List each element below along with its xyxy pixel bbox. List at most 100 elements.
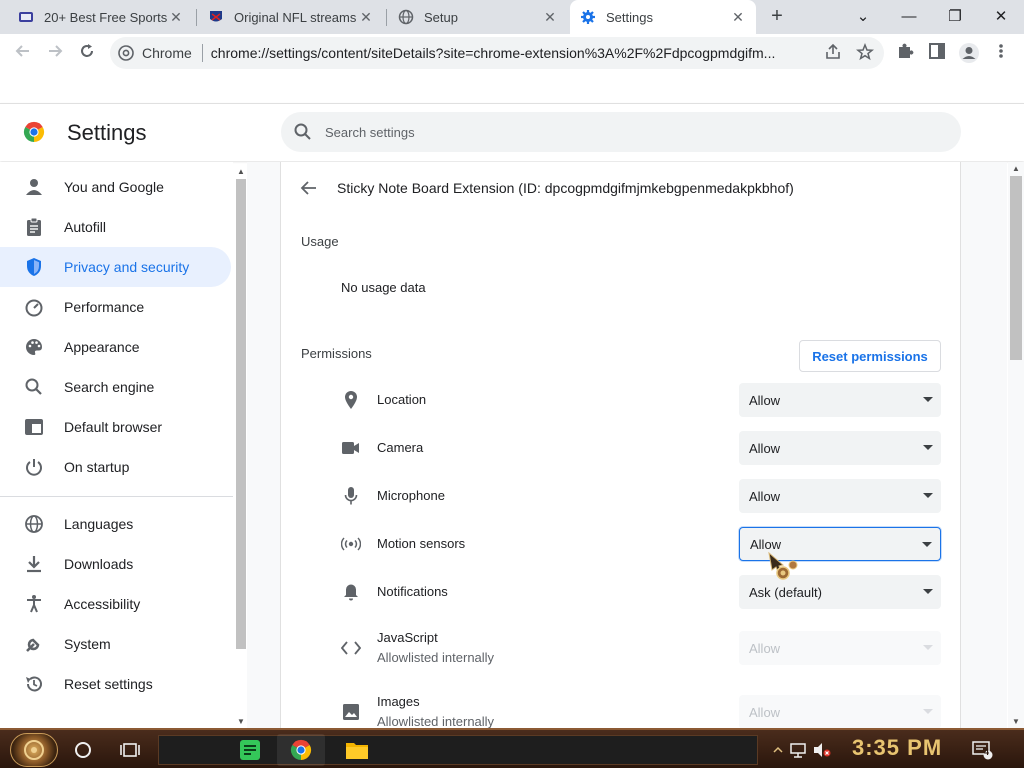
sidebar-item-privacy-and-security[interactable]: Privacy and security <box>0 247 231 287</box>
mouse-cursor-icon <box>768 551 798 580</box>
scroll-down-arrow-icon[interactable]: ▼ <box>236 717 246 726</box>
tab-close-icon[interactable]: ✕ <box>168 9 184 26</box>
tab-search-button[interactable]: ⌄ <box>840 4 886 30</box>
location-select[interactable]: Allow <box>739 383 941 417</box>
sidebar-item-performance[interactable]: Performance <box>0 287 231 327</box>
tab-strip: 20+ Best Free Sports ✕ Original NFL stre… <box>0 0 1024 34</box>
sidebar-item-system[interactable]: System <box>0 624 231 664</box>
palette-icon <box>24 337 44 357</box>
search-icon <box>294 123 311 140</box>
reload-button[interactable] <box>72 38 102 68</box>
folder-icon <box>346 743 368 759</box>
main-scroll-thumb[interactable] <box>1010 176 1022 360</box>
taskbar: 3:35 PM 4 <box>0 728 1024 768</box>
start-button[interactable] <box>10 733 58 767</box>
microphone-select[interactable]: Allow <box>739 479 941 513</box>
sidebar-item-languages[interactable]: Languages <box>0 504 231 544</box>
tab-divider <box>196 9 197 26</box>
tab-sports[interactable]: 20+ Best Free Sports ✕ <box>8 0 194 34</box>
scroll-down-arrow-icon[interactable]: ▼ <box>1010 717 1022 726</box>
reset-icon <box>24 674 44 694</box>
sidebar-item-on-startup[interactable]: On startup <box>0 447 231 487</box>
sidebar-item-appearance[interactable]: Appearance <box>0 327 231 367</box>
chrome-icon <box>118 45 134 61</box>
select-value: Allow <box>749 440 781 456</box>
sidebar-scrollbar[interactable]: ▲ ▼ <box>235 165 247 728</box>
menu-button[interactable] <box>996 42 1006 65</box>
dropdown-caret-icon <box>923 445 933 450</box>
notes-app-button[interactable] <box>238 738 262 762</box>
minimize-button[interactable]: — <box>886 4 932 30</box>
main-scrollbar[interactable]: ▲ ▼ <box>1008 162 1024 728</box>
tab-title: Original NFL streams <box>234 9 357 25</box>
sidebar-item-search-engine[interactable]: Search engine <box>0 367 231 407</box>
taskbar-clock[interactable]: 3:35 PM <box>852 735 942 761</box>
sidebar-item-autofill[interactable]: Autofill <box>0 207 231 247</box>
sidebar-item-default-browser[interactable]: Default browser <box>0 407 231 447</box>
reset-permissions-button[interactable]: Reset permissions <box>799 340 941 372</box>
download-icon <box>24 554 44 574</box>
more-vert-icon <box>999 44 1003 58</box>
tab-close-icon[interactable]: ✕ <box>358 9 374 26</box>
person-icon <box>24 177 44 197</box>
chrome-taskbar-button[interactable] <box>277 734 325 766</box>
task-view-icon <box>120 743 140 757</box>
profile-button[interactable] <box>958 42 980 69</box>
notification-center-button[interactable]: 4 <box>970 738 994 762</box>
forward-button[interactable] <box>40 38 70 68</box>
search-icon <box>24 377 44 397</box>
extensions-button[interactable] <box>896 42 914 65</box>
omnibox-divider <box>201 44 203 62</box>
new-tab-button[interactable]: + <box>766 5 788 27</box>
motion-sensors-icon <box>341 534 361 554</box>
share-icon[interactable] <box>824 43 842 61</box>
tab-nfl[interactable]: Original NFL streams ✕ <box>198 0 384 34</box>
sidebar-item-accessibility[interactable]: Accessibility <box>0 584 231 624</box>
settings-sidebar: You and Google Autofill Privacy and secu… <box>0 162 233 728</box>
sidebar-item-label: Languages <box>64 516 134 532</box>
file-explorer-button[interactable] <box>345 738 369 762</box>
images-select: Allow <box>739 695 941 729</box>
notification-icon <box>972 741 993 760</box>
bookmark-star-icon[interactable] <box>856 43 874 61</box>
network-button[interactable] <box>786 738 810 762</box>
code-icon <box>341 638 361 658</box>
tab-setup[interactable]: Setup ✕ <box>388 0 568 34</box>
sidebar-divider <box>0 496 233 497</box>
search-input[interactable] <box>325 124 925 140</box>
nfl-favicon-icon <box>208 9 224 25</box>
side-panel-button[interactable] <box>928 42 946 65</box>
tab-close-icon[interactable]: ✕ <box>542 9 558 26</box>
sidebar-scroll-thumb[interactable] <box>236 179 246 649</box>
usage-value: No usage data <box>341 280 426 295</box>
sticky-note-app-icon <box>240 740 260 760</box>
back-arrow-icon[interactable] <box>299 178 319 198</box>
sidebar-item-reset-settings[interactable]: Reset settings <box>0 664 231 704</box>
back-button[interactable] <box>8 38 38 68</box>
scroll-up-arrow-icon[interactable]: ▲ <box>1010 164 1022 173</box>
sidebar-item-downloads[interactable]: Downloads <box>0 544 231 584</box>
select-value: Allow <box>749 704 781 720</box>
address-bar[interactable]: Chrome chrome://settings/content/siteDet… <box>110 37 884 69</box>
arrow-right-icon <box>49 45 63 57</box>
dropdown-caret-icon <box>923 709 933 714</box>
sidebar-item-you-and-google[interactable]: You and Google <box>0 167 231 207</box>
permission-label: Microphone <box>377 488 445 503</box>
camera-select[interactable]: Allow <box>739 431 941 465</box>
task-view-button[interactable] <box>118 738 142 762</box>
volume-button[interactable] <box>810 738 834 762</box>
tab-settings[interactable]: Settings ✕ <box>570 0 756 34</box>
close-window-button[interactable]: ✕ <box>978 4 1024 30</box>
settings-search-box[interactable] <box>281 112 961 152</box>
restore-button[interactable]: ❐ <box>932 4 978 30</box>
tab-close-icon[interactable]: ✕ <box>730 9 746 26</box>
volume-muted-icon <box>814 743 831 757</box>
dropdown-caret-icon <box>922 542 932 547</box>
cortana-circle-icon <box>75 742 91 758</box>
scroll-up-arrow-icon[interactable]: ▲ <box>236 167 246 176</box>
site-info-chip[interactable]: Chrome <box>110 45 192 61</box>
search-taskbar-button[interactable] <box>71 738 95 762</box>
browser-toolbar: Chrome chrome://settings/content/siteDet… <box>0 34 1024 72</box>
permission-sublabel: Allowlisted internally <box>377 650 495 665</box>
url-text[interactable]: chrome://settings/content/siteDetails?si… <box>211 45 811 61</box>
